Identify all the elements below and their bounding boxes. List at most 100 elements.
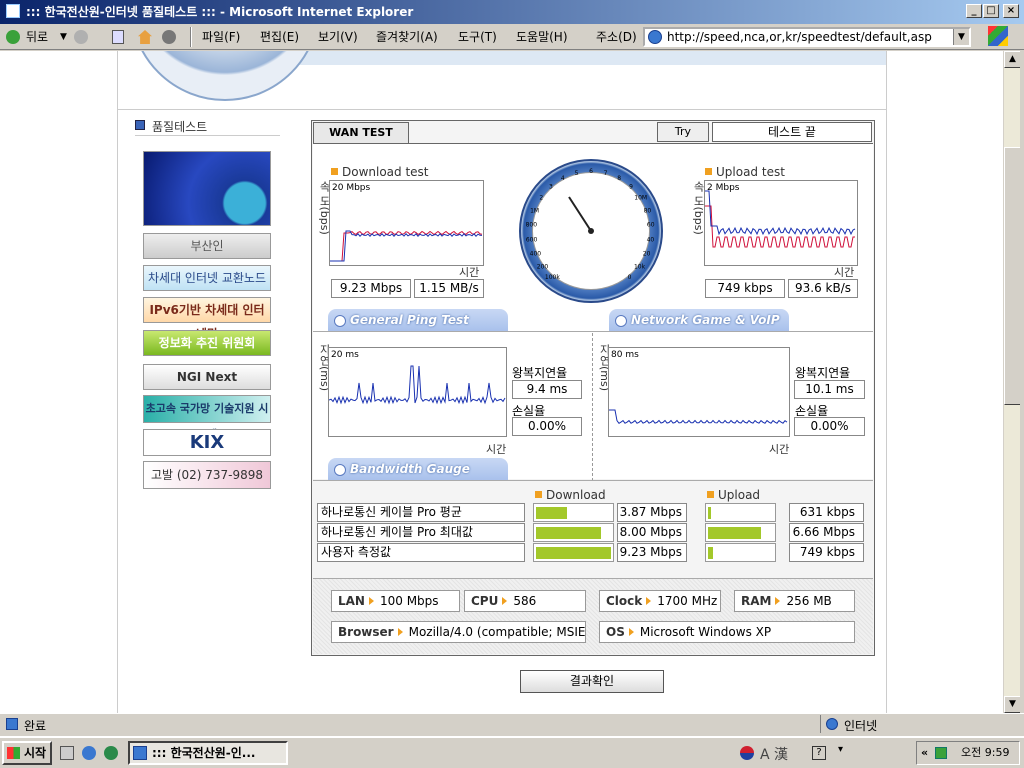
sidebar-item-busan[interactable]: 부산인 (143, 233, 271, 259)
menu-item[interactable]: 파일(F) (202, 28, 240, 46)
download-bar-value: 3.87 Mbps (617, 503, 687, 522)
home-icon[interactable] (138, 30, 152, 44)
sidebar-heading: 품질테스트 (152, 120, 208, 134)
gauge-tick-label: 40 (647, 236, 655, 243)
korean-flag-icon[interactable] (740, 746, 754, 760)
divider (117, 109, 887, 110)
gauge-tick-label: 10k (634, 263, 646, 270)
download-bar-value: 9.23 Mbps (617, 543, 687, 562)
back-arrow-icon[interactable] (6, 30, 20, 44)
browser-value: Mozilla/4.0 (compatible; MSIE 6.0 (408, 625, 586, 639)
forward-icon[interactable] (74, 30, 88, 44)
sidebar-item-ipv6[interactable]: IPv6기반 차세대 인터넷망 (143, 297, 271, 341)
window-title: ::: 한국전산원-인터넷 품질테스트 ::: - Microsoft Inte… (26, 5, 414, 19)
back-dropdown-icon[interactable]: ▼ (60, 28, 67, 46)
taskbar: 시작 ::: 한국전산원-인... A 漢 ? ▾ « 오전 9:59 (0, 736, 1024, 768)
try-again-button[interactable]: Try again (657, 122, 709, 156)
clock: 오전 9:59 (961, 746, 1010, 759)
scroll-down-icon[interactable]: ▼ (1004, 696, 1021, 713)
scroll-thumb[interactable] (1004, 147, 1021, 405)
sidebar-item-support[interactable]: 초고속 국가망 기술지원 시스템 (143, 395, 271, 441)
menu-item[interactable]: 즐겨찾기(A) (376, 28, 438, 46)
ie-quicklaunch-icon[interactable] (82, 746, 96, 760)
media-icon[interactable] (104, 746, 118, 760)
network-icon[interactable] (935, 747, 947, 759)
gauge-tick-label: 600 (526, 236, 538, 243)
address-dropdown-icon[interactable]: ▼ (953, 29, 969, 45)
tab-network-game[interactable]: Network Game & VoIP Test (609, 309, 789, 349)
web-page: 품질테스트 부산인 차세대 인터넷 교환노드 IPv6기반 차세대 인터넷망 정… (0, 51, 1003, 713)
globe-banner[interactable] (143, 151, 271, 226)
ie-icon (6, 4, 20, 18)
browser-label: Browser (338, 625, 394, 639)
menu-item[interactable]: 도구(T) (458, 28, 497, 46)
ping-loss-value: 0.00% (512, 417, 582, 436)
back-button[interactable]: 뒤로 (26, 28, 48, 46)
confirm-result-button[interactable]: 결과확인 (520, 670, 664, 693)
menu-item[interactable]: 도움말(H) (516, 28, 568, 46)
zone-text: 인터넷 (844, 719, 878, 733)
game-rtt-label: 왕복지연율 (795, 366, 851, 380)
download-xlabel: 시간 (459, 266, 480, 279)
cpu-value: 586 (513, 594, 537, 608)
gauge-tick-label: 7 (604, 170, 608, 177)
download-bar (533, 503, 614, 522)
start-button[interactable]: 시작 (2, 741, 52, 765)
ping-divider (592, 333, 593, 481)
upload-plot (705, 190, 856, 248)
arrow-icon (646, 597, 652, 605)
ram-value: 256 MB (786, 594, 832, 608)
download-mbs: 1.15 MB/s (414, 279, 484, 298)
sidebar-item-report[interactable]: 고발 (02) 737-9898 (143, 461, 271, 489)
sidebar-item-kix[interactable]: KIX (143, 429, 271, 456)
sidebar-item-ix-node[interactable]: 차세대 인터넷 교환노드 (143, 265, 271, 291)
address-field[interactable]: http://speed,nca,or,kr/speedtest/default… (643, 27, 971, 47)
status-bar: 완료 인터넷 (0, 713, 1024, 735)
search-icon[interactable] (162, 30, 176, 44)
refresh-icon[interactable] (112, 30, 124, 44)
download-bar (533, 523, 614, 542)
os-label: OS (606, 625, 625, 639)
sidebar-item-ngi[interactable]: NGI Next Generation (143, 364, 271, 408)
tab-bandwidth-gauge[interactable]: Bandwidth Gauge (328, 458, 508, 480)
taskbar-ie-window[interactable]: ::: 한국전산원-인... (128, 741, 288, 765)
game-graph: 80 ms (608, 347, 790, 437)
gauge-tick-label: 6 (589, 168, 593, 175)
vertical-scrollbar[interactable]: ▲ ▼ (1003, 51, 1021, 713)
page-icon (6, 718, 18, 730)
tray-expand-icon[interactable]: « (921, 742, 928, 764)
browser-toolbar: 뒤로 ▼ 파일(F) 편집(E) 보기(V) 즐겨찾기(A) 도구(T) 도움말(H) 주… (0, 24, 1024, 50)
upload-bar-value: 749 kbps (789, 543, 864, 562)
ime-options-icon[interactable]: ▾ (838, 744, 843, 755)
upload-kbs: 93.6 kB/s (788, 279, 858, 298)
page-icon (648, 30, 662, 44)
bandwidth-download-label: Download (535, 488, 606, 502)
status-text: 완료 (24, 719, 47, 733)
ping-graph: 20 ms (328, 347, 507, 437)
close-button[interactable]: × (1003, 4, 1019, 18)
ime-mode[interactable]: A 漢 (760, 744, 788, 764)
address-value: http://speed,nca,or,kr/speedtest/default… (667, 30, 932, 44)
gauge-tick-label: 2 (539, 194, 543, 201)
tab-general-ping[interactable]: General Ping Test (328, 309, 508, 331)
sidebar-item-council[interactable]: 정보화 추진 위원회 (143, 330, 271, 356)
lan-label: LAN (338, 594, 365, 608)
gauge-tick-label: 0 (628, 274, 632, 281)
tab-wan-test[interactable]: WAN TEST (313, 122, 409, 143)
game-rtt-value: 10.1 ms (794, 380, 865, 399)
test-status: 테스트 끝 (712, 122, 872, 142)
maximize-button[interactable]: □ (983, 4, 999, 18)
menu-item[interactable]: 편집(E) (260, 28, 299, 46)
scroll-up-icon[interactable]: ▲ (1004, 51, 1021, 68)
gauge-tick-label: 10M (634, 194, 647, 201)
window-title-bar: ::: 한국전산원-인터넷 품질테스트 ::: - Microsoft Inte… (0, 0, 1024, 24)
minimize-button[interactable]: _ (966, 4, 982, 18)
arrow-icon (502, 597, 508, 605)
show-desktop-icon[interactable] (60, 746, 74, 760)
upload-bar-value: 631 kbps (789, 503, 864, 522)
help-icon[interactable]: ? (812, 746, 826, 760)
gauge-tick-label: 5 (575, 170, 579, 177)
gauge-tick-label: 3 (549, 183, 553, 190)
download-title: Download test (331, 165, 429, 179)
menu-item[interactable]: 보기(V) (318, 28, 358, 46)
